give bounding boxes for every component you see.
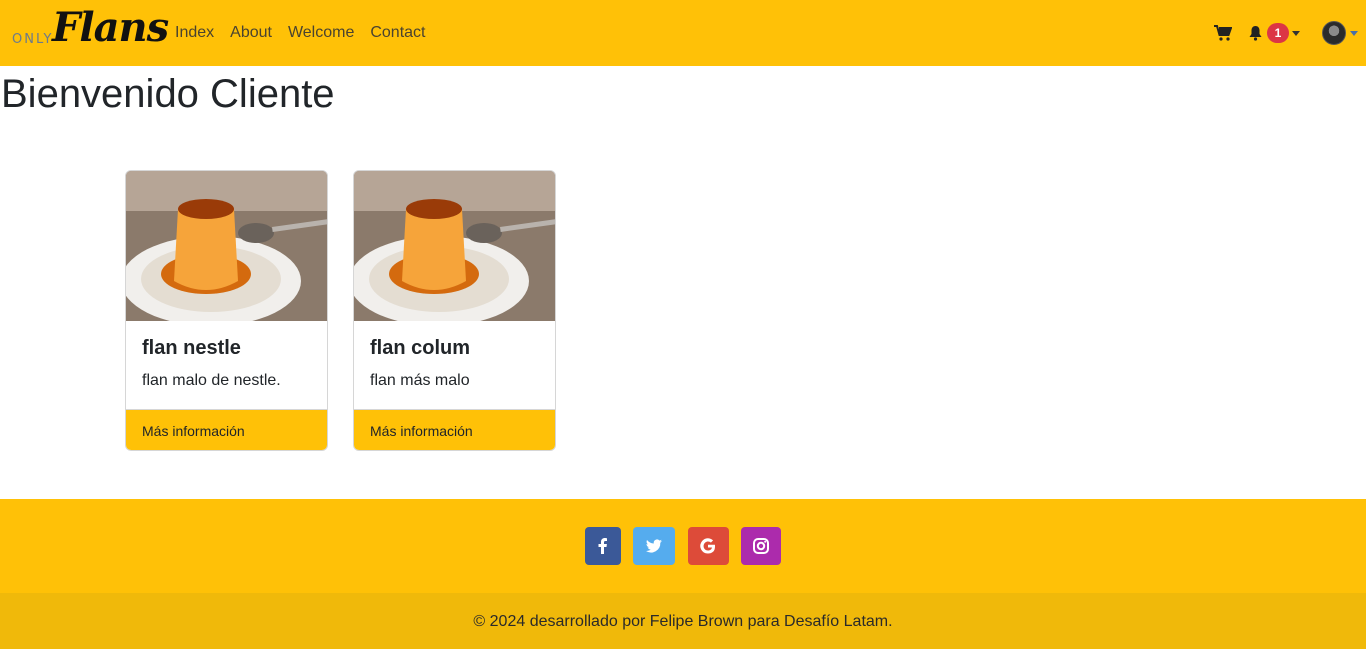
instagram-icon <box>753 538 769 554</box>
notification-badge: 1 <box>1267 23 1289 43</box>
nav-link-index[interactable]: Index <box>175 24 214 42</box>
more-info-link[interactable]: Más información <box>142 423 245 439</box>
card-footer: Más información <box>126 409 327 450</box>
google-icon <box>700 538 715 554</box>
card-footer: Más información <box>354 409 555 450</box>
brand-logo[interactable]: ONLY Flans <box>12 4 169 51</box>
chevron-down-icon <box>1292 31 1300 36</box>
flan-image <box>354 171 555 321</box>
chevron-down-icon[interactable] <box>1350 31 1358 36</box>
page-title: Bienvenido Cliente <box>1 72 335 116</box>
facebook-icon <box>598 538 607 554</box>
flan-image <box>126 171 327 321</box>
instagram-button[interactable] <box>741 527 781 565</box>
copyright-text: © 2024 desarrollado por Felipe Brown par… <box>473 613 893 630</box>
facebook-button[interactable] <box>585 527 621 565</box>
card-body: flan nestle flan malo de nestle. <box>142 337 281 390</box>
footer-social-bar <box>0 499 1366 593</box>
nav-link-welcome[interactable]: Welcome <box>288 24 354 42</box>
card-title: flan nestle <box>142 337 241 359</box>
card-body: flan colum flan más malo <box>370 337 470 390</box>
product-card: flan colum flan más malo Más información <box>353 170 556 451</box>
bell-icon <box>1249 26 1262 41</box>
navbar: ONLY Flans Index About Welcome Contact 1 <box>0 0 1366 66</box>
twitter-icon <box>646 539 662 553</box>
nav-link-contact[interactable]: Contact <box>370 24 425 42</box>
nav-right: 1 <box>1186 0 1366 66</box>
twitter-button[interactable] <box>633 527 675 565</box>
avatar[interactable] <box>1322 21 1346 45</box>
notifications-dropdown[interactable]: 1 <box>1248 22 1308 46</box>
footer-copyright-bar: © 2024 desarrollado por Felipe Brown par… <box>0 593 1366 649</box>
nav-link-about[interactable]: About <box>230 24 272 42</box>
card-text: flan más malo <box>370 372 470 389</box>
cart-icon[interactable] <box>1214 25 1232 41</box>
google-button[interactable] <box>688 527 729 565</box>
card-title: flan colum <box>370 337 471 359</box>
logo-small-text: ONLY <box>12 32 54 47</box>
more-info-link[interactable]: Más información <box>370 423 473 439</box>
logo-main-text: Flans <box>52 4 169 51</box>
card-text: flan malo de nestle. <box>142 372 281 389</box>
nav-links: Index About Welcome Contact <box>175 24 425 42</box>
product-card: flan nestle flan malo de nestle. Más inf… <box>125 170 328 451</box>
